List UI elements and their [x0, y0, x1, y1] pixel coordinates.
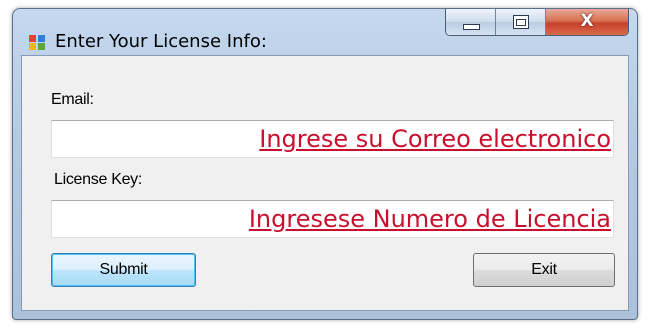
maximize-icon — [513, 15, 529, 29]
dialog-client-area: Email: Ingrese su Correo electronico Lic… — [21, 55, 629, 311]
close-button[interactable]: X — [546, 9, 628, 35]
exit-button[interactable]: Exit — [473, 253, 615, 287]
maximize-button[interactable] — [496, 9, 546, 35]
license-dialog-window: Enter Your License Info: X Email: Ingres… — [12, 8, 638, 320]
minimize-button[interactable] — [446, 9, 496, 35]
email-field[interactable]: Ingrese su Correo electronico — [51, 120, 614, 158]
license-key-field[interactable]: Ingresese Numero de Licencia — [51, 200, 614, 238]
close-icon: X — [580, 11, 594, 31]
app-window-icon — [29, 35, 47, 51]
caption-buttons: X — [445, 9, 629, 36]
window-title: Enter Your License Info: — [55, 31, 267, 52]
submit-button[interactable]: Submit — [51, 253, 196, 287]
title-bar[interactable]: Enter Your License Info: X — [13, 9, 637, 55]
minimize-icon — [463, 24, 480, 30]
email-label: Email: — [51, 91, 94, 108]
license-key-label: License Key: — [54, 171, 143, 188]
